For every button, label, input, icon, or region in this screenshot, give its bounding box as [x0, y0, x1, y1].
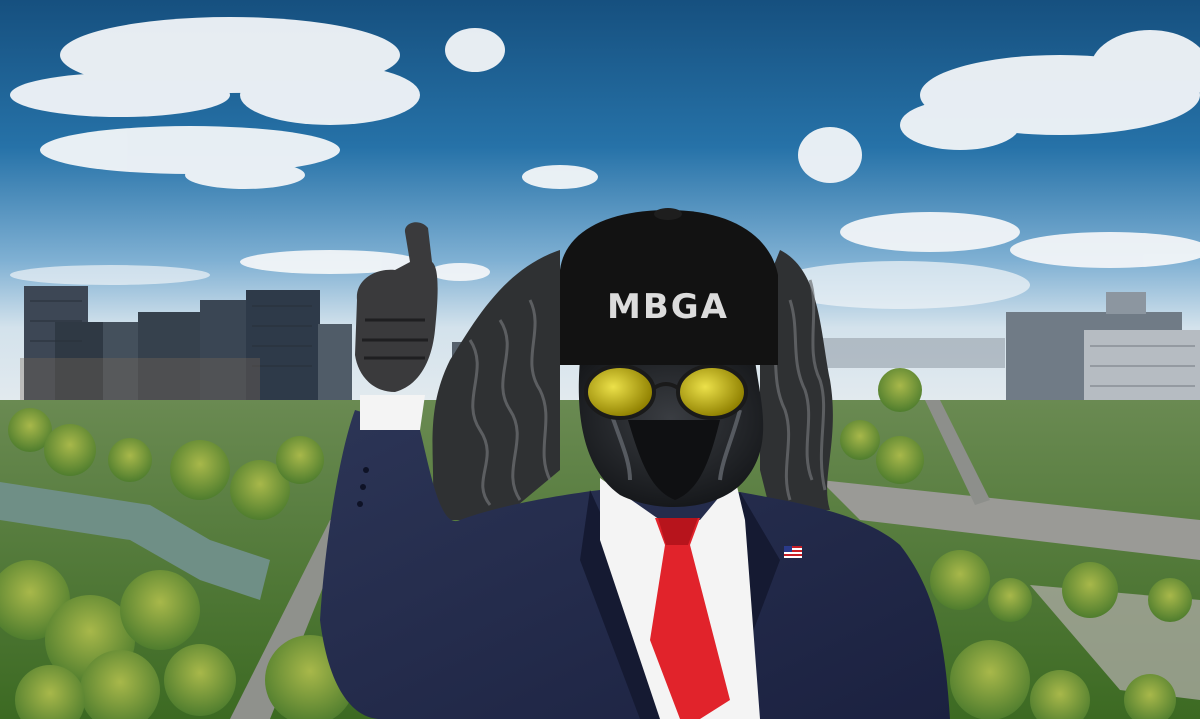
cap-text: MBGA: [607, 287, 729, 327]
scene-illustration: MBGA: [0, 0, 1200, 719]
photo-scene: MBGA: [0, 0, 1200, 719]
us-flag-pin-icon: [784, 546, 802, 558]
